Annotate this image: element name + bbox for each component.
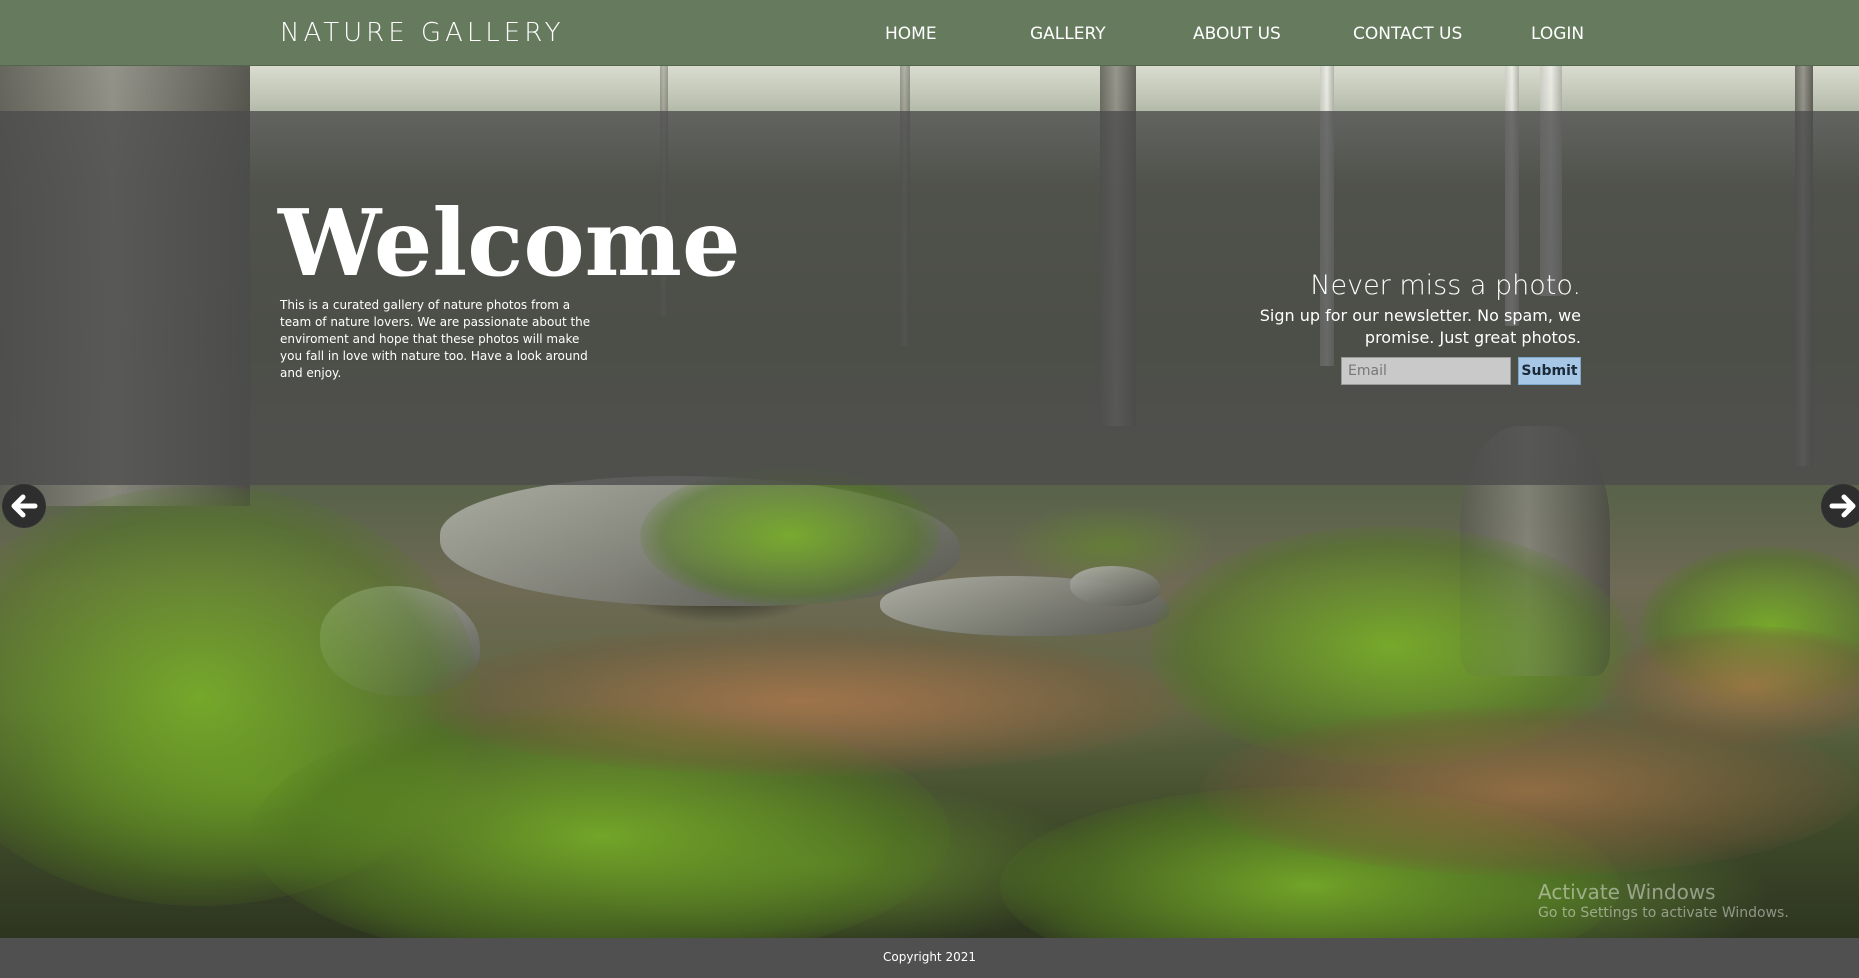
nav-gallery[interactable]: GALLERY xyxy=(1030,24,1106,44)
footer: Copyright 2021 xyxy=(0,938,1859,978)
newsletter-signup: Never miss a photo. Sign up for our news… xyxy=(1241,269,1581,385)
carousel-next-button[interactable] xyxy=(1821,484,1859,528)
carousel-prev-button[interactable] xyxy=(2,484,46,528)
watermark-title: Activate Windows xyxy=(1538,880,1716,904)
email-input[interactable] xyxy=(1341,357,1511,385)
navbar: NATURE GALLERY HOME GALLERY ABOUT US CON… xyxy=(0,0,1859,66)
nav-contact-us[interactable]: CONTACT US xyxy=(1353,24,1462,44)
nav-menu: HOME GALLERY ABOUT US CONTACT US LOGIN xyxy=(0,24,1859,46)
arrow-left-icon xyxy=(3,485,45,527)
nav-login[interactable]: LOGIN xyxy=(1531,24,1584,44)
newsletter-form: Submit xyxy=(1341,357,1581,385)
welcome-heading: Welcome xyxy=(278,189,741,297)
nav-about-us[interactable]: ABOUT US xyxy=(1193,24,1281,44)
copyright-text: Copyright 2021 xyxy=(883,950,976,964)
arrow-right-icon xyxy=(1822,485,1859,527)
submit-button[interactable]: Submit xyxy=(1518,357,1581,385)
newsletter-heading: Never miss a photo. xyxy=(1310,270,1581,301)
page: NATURE GALLERY HOME GALLERY ABOUT US CON… xyxy=(0,0,1859,978)
nav-home[interactable]: HOME xyxy=(885,24,937,44)
welcome-description: This is a curated gallery of nature phot… xyxy=(280,298,591,380)
watermark-subtitle: Go to Settings to activate Windows. xyxy=(1538,905,1789,921)
hero-overlay-panel: Welcome This is a curated gallery of nat… xyxy=(0,111,1859,485)
windows-activation-watermark: Activate Windows Go to Settings to activ… xyxy=(1538,880,1789,922)
newsletter-description: Sign up for our newsletter. No spam, we … xyxy=(1259,306,1581,347)
